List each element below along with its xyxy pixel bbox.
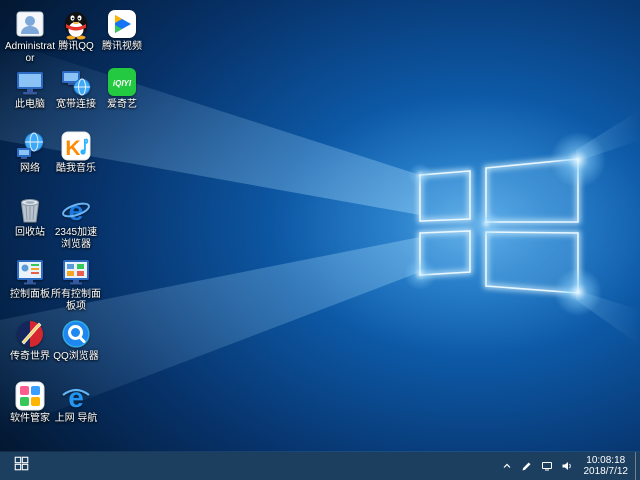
qq-browser-icon <box>60 318 92 350</box>
svg-text:iQIYI: iQIYI <box>113 79 132 88</box>
desktop-icon-internet-navigation[interactable]: e 上网 导航 <box>53 380 99 425</box>
desktop-icon-all-control-panel-items[interactable]: 所有控制面板项 <box>53 256 99 313</box>
desktop-icon-tencent-qq[interactable]: 腾讯QQ <box>53 8 99 53</box>
desktop-icon-label: 爱奇艺 <box>96 99 148 111</box>
svg-text:e: e <box>68 382 84 412</box>
internet-navigation-icon: e <box>60 380 92 412</box>
software-manager-icon <box>14 380 46 412</box>
desktop-icon-label: 所有控制面板项 <box>50 289 102 313</box>
system-tray: 10:08:18 2018/7/12 <box>497 452 640 480</box>
svg-text:K: K <box>65 137 80 160</box>
desktop-icon-network[interactable]: 网络 <box>7 130 53 175</box>
desktop-icon-broadband-connection[interactable]: 宽带连接 <box>53 66 99 111</box>
desktop-icon-label: 上网 导航 <box>50 413 102 425</box>
desktop-icon-iqiyi[interactable]: iQIYI 爱奇艺 <box>99 66 145 111</box>
desktop-icon-label: 控制面板 <box>4 289 56 301</box>
taskbar: 10:08:18 2018/7/12 <box>0 452 640 480</box>
qq-penguin-icon <box>60 8 92 40</box>
desktop-icon-tencent-video[interactable]: 腾讯视频 <box>99 8 145 53</box>
show-desktop-button[interactable] <box>635 452 640 480</box>
desktop-icon-control-panel[interactable]: 控制面板 <box>7 256 53 301</box>
desktop-icon-this-pc[interactable]: 此电脑 <box>7 66 53 111</box>
desktop-icon-label: 此电脑 <box>4 99 56 111</box>
taskbar-clock[interactable]: 10:08:18 2018/7/12 <box>577 455 636 477</box>
kuwo-music-icon: K <box>60 130 92 162</box>
desktop-icon-label: 腾讯视频 <box>96 41 148 53</box>
desktop-icon-label: 软件管家 <box>4 413 56 425</box>
desktop-icon-software-manager[interactable]: 软件管家 <box>7 380 53 425</box>
desktop-icon-recycle-bin[interactable]: 回收站 <box>7 194 53 239</box>
iqiyi-icon: iQIYI <box>106 66 138 98</box>
clock-date: 2018/7/12 <box>584 466 629 477</box>
desktop-icon-legend-world[interactable]: 传奇世界 <box>7 318 53 363</box>
desktop-icon-label: Administrator <box>4 41 56 65</box>
broadband-connection-icon <box>60 66 92 98</box>
desktop-icon-label: 网络 <box>4 163 56 175</box>
desktop: Administrator 腾讯QQ 腾讯视频 此电脑 宽带连接 iQIYI 爱… <box>0 0 640 480</box>
desktop-icon-label: QQ浏览器 <box>50 351 102 363</box>
windows-logo-icon <box>14 456 29 476</box>
desktop-icon-label: 传奇世界 <box>4 351 56 363</box>
desktop-icon-kuwo-music[interactable]: K 酷我音乐 <box>53 130 99 175</box>
user-folder-icon <box>14 8 46 40</box>
all-control-panel-items-icon <box>60 256 92 288</box>
desktop-icon-label: 回收站 <box>4 227 56 239</box>
desktop-icon-label: 2345加速浏览器 <box>50 227 102 251</box>
desktop-icon-2345-browser[interactable]: e 2345加速浏览器 <box>53 194 99 251</box>
control-panel-icon <box>14 256 46 288</box>
2345-browser-icon: e <box>60 194 92 226</box>
svg-text:e: e <box>68 196 83 226</box>
pen-input-icon[interactable] <box>517 452 537 480</box>
volume-icon[interactable] <box>557 452 577 480</box>
desktop-icon-qq-browser[interactable]: QQ浏览器 <box>53 318 99 363</box>
network-status-icon[interactable] <box>537 452 557 480</box>
legend-world-game-icon <box>14 318 46 350</box>
start-button[interactable] <box>0 452 42 480</box>
recycle-bin-icon <box>14 194 46 226</box>
network-globe-icon <box>14 130 46 162</box>
clock-time: 10:08:18 <box>584 455 629 466</box>
desktop-icon-label: 酷我音乐 <box>50 163 102 175</box>
this-pc-icon <box>14 66 46 98</box>
hidden-icons-chevron[interactable] <box>497 452 517 480</box>
desktop-icon-administrator[interactable]: Administrator <box>7 8 53 65</box>
desktop-icon-label: 宽带连接 <box>50 99 102 111</box>
tencent-video-icon <box>106 8 138 40</box>
desktop-icon-label: 腾讯QQ <box>50 41 102 53</box>
